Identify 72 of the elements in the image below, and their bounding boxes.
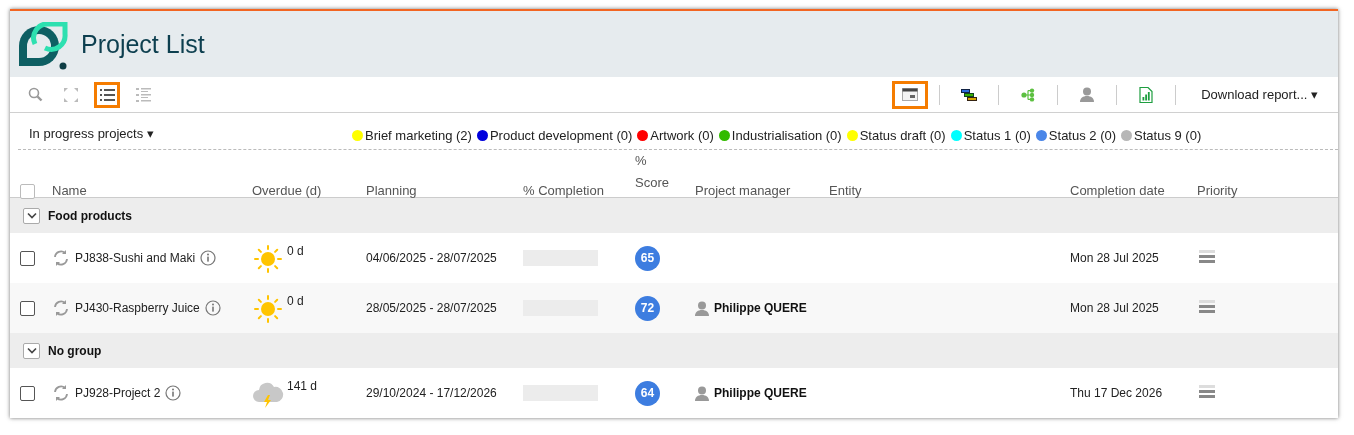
column-header[interactable]: % Completion bbox=[523, 183, 604, 198]
info-icon bbox=[165, 385, 182, 401]
gantt-chart-icon bbox=[961, 88, 978, 101]
column-header[interactable]: % Score bbox=[635, 150, 671, 198]
collapse-button[interactable] bbox=[23, 342, 40, 359]
person-icon bbox=[1080, 87, 1095, 102]
project-name[interactable]: PJ928-Project 2 bbox=[75, 386, 161, 400]
sun-icon bbox=[252, 295, 284, 323]
page-title: Project List bbox=[81, 29, 205, 59]
refresh-icon bbox=[52, 299, 70, 317]
info-icon bbox=[200, 250, 217, 266]
legend-label: Brief marketing (2) bbox=[365, 127, 472, 143]
row-checkbox[interactable] bbox=[20, 250, 35, 266]
legend-label: Artwork (0) bbox=[650, 127, 714, 143]
tree-icon bbox=[1021, 87, 1036, 102]
storm-cloud-icon bbox=[252, 380, 284, 408]
score-badge: 64 bbox=[635, 380, 660, 406]
filter-dropdown[interactable]: In progress projects ▾ bbox=[18, 113, 352, 149]
project-name[interactable]: PJ838-Sushi and Maki bbox=[75, 251, 196, 265]
column-header[interactable]: Priority bbox=[1197, 183, 1238, 198]
expand-icon bbox=[63, 86, 79, 103]
refresh-icon bbox=[52, 249, 70, 267]
download-report-button[interactable]: Download report... ▾ bbox=[1195, 86, 1324, 103]
row-checkbox[interactable] bbox=[20, 300, 35, 316]
collapse-button[interactable] bbox=[23, 207, 40, 224]
chevron-icon bbox=[26, 347, 37, 354]
group-label: Food products bbox=[48, 208, 132, 223]
legend-label: Status 9 (0) bbox=[1134, 127, 1202, 143]
completion-date: Thu 17 Dec 2026 bbox=[1070, 386, 1163, 400]
refresh-icon bbox=[52, 384, 70, 402]
group-label: No group bbox=[48, 343, 102, 358]
manager-name: Philippe QUERE bbox=[714, 301, 807, 315]
person-icon bbox=[695, 385, 709, 401]
priority-icon bbox=[1199, 385, 1215, 398]
spreadsheet-icon bbox=[1139, 86, 1154, 103]
project-name[interactable]: PJ430-Raspberry Juice bbox=[75, 301, 200, 315]
person-icon bbox=[695, 300, 709, 316]
overdue-days: 141 d bbox=[287, 378, 318, 393]
column-header[interactable]: Name bbox=[52, 183, 87, 198]
list-icon bbox=[99, 87, 115, 102]
manager-name: Philippe QUERE bbox=[714, 386, 807, 400]
completion-date: Mon 28 Jul 2025 bbox=[1070, 251, 1159, 265]
priority-icon bbox=[1199, 300, 1215, 313]
legend-label: Status 2 (0) bbox=[1048, 127, 1117, 143]
list-view-button[interactable] bbox=[94, 81, 120, 108]
column-header[interactable]: Planning bbox=[366, 183, 417, 198]
overdue-days: 0 d bbox=[287, 293, 304, 308]
chevron-icon bbox=[26, 212, 37, 219]
overdue-days: 0 d bbox=[287, 243, 304, 258]
score-badge: 65 bbox=[635, 245, 660, 271]
column-header[interactable]: Overdue (d) bbox=[252, 183, 322, 198]
score-badge: 72 bbox=[635, 295, 660, 321]
legend-label: Industrialisation (0) bbox=[731, 127, 842, 143]
legend-label: Status draft (0) bbox=[859, 127, 946, 143]
priority-icon bbox=[1199, 250, 1215, 263]
column-header[interactable]: Completion date bbox=[1070, 183, 1165, 198]
row-checkbox[interactable] bbox=[20, 385, 35, 401]
column-header[interactable]: Project manager bbox=[695, 183, 791, 198]
info-icon bbox=[204, 300, 221, 316]
planning-dates: 29/10/2024 - 17/12/2026 bbox=[366, 386, 497, 400]
legend-label: Status 1 (0) bbox=[963, 127, 1031, 143]
calendar-icon bbox=[902, 88, 919, 101]
detail-list-icon bbox=[135, 87, 151, 102]
calendar-view-button[interactable] bbox=[892, 80, 929, 109]
select-all-checkbox[interactable] bbox=[20, 184, 35, 199]
planning-dates: 28/05/2025 - 28/07/2025 bbox=[366, 301, 497, 315]
legend-label: Product development (0) bbox=[489, 127, 633, 143]
search-icon bbox=[27, 87, 43, 102]
sun-icon bbox=[252, 245, 284, 273]
column-header[interactable]: Entity bbox=[829, 183, 862, 198]
completion-date: Mon 28 Jul 2025 bbox=[1070, 301, 1159, 315]
planning-dates: 04/06/2025 - 28/07/2025 bbox=[366, 251, 497, 265]
